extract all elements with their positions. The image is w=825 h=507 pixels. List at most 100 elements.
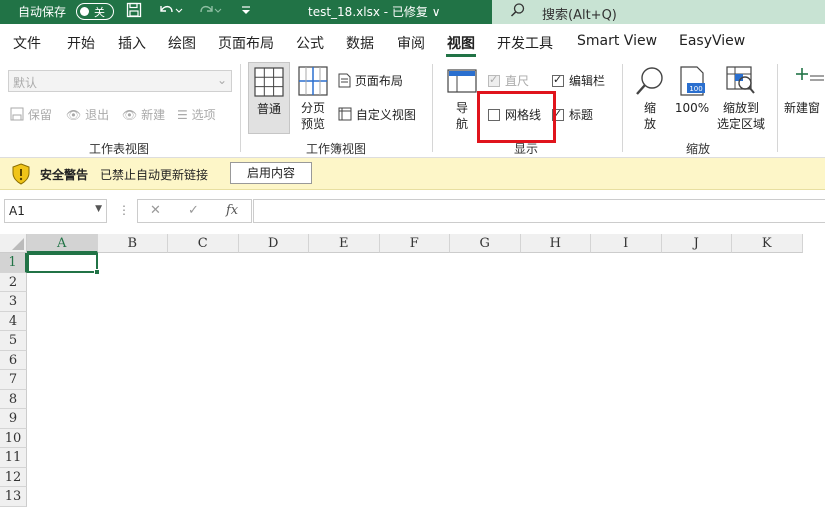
exit-button[interactable]: 👁 退出 <box>66 106 109 123</box>
new-window-label: 新建窗 <box>784 101 821 115</box>
autosave-toggle[interactable]: 关 <box>76 3 114 20</box>
title-bar: 自动保存 关 test_18.xlsx - 已修复 ∨ 搜索(Alt+Q) <box>0 0 825 24</box>
tab-data[interactable]: 数据 <box>346 33 374 53</box>
page-break-preview-button[interactable]: 分页 预览 <box>292 62 334 134</box>
column-header-i[interactable]: I <box>591 234 662 253</box>
row-header-9[interactable]: 9 <box>0 409 27 429</box>
eye-plus-icon: 👁 <box>122 108 138 122</box>
keep-icon <box>10 107 24 121</box>
navigation-label-2: 航 <box>455 117 468 131</box>
drag-handle-icon[interactable]: ⋮ <box>118 203 130 217</box>
undo-icon[interactable] <box>157 2 183 22</box>
row-header-6[interactable]: 6 <box>0 350 27 370</box>
group-separator <box>240 64 241 152</box>
tab-file[interactable]: 文件 <box>13 33 41 53</box>
row-header-1[interactable]: 1 <box>0 253 27 273</box>
column-header-b[interactable]: B <box>97 234 168 253</box>
page-layout-view-button[interactable]: 页面布局 <box>338 72 403 89</box>
select-all-button[interactable] <box>0 234 27 253</box>
name-box[interactable]: A1 ▼ <box>4 199 107 223</box>
search-box[interactable]: 搜索(Alt+Q) <box>492 0 825 24</box>
name-box-value: A1 <box>9 204 25 218</box>
tab-home[interactable]: 开始 <box>67 33 95 53</box>
toggle-knob <box>80 7 89 16</box>
sheet-view-dropdown[interactable]: 默认 ⌄ <box>8 70 232 92</box>
page-layout-label: 页面布局 <box>354 74 403 88</box>
formula-bar-checkbox[interactable]: 编辑栏 <box>552 72 605 89</box>
row-header-10[interactable]: 10 <box>0 428 27 448</box>
eye-icon: 👁 <box>66 108 82 122</box>
navigation-label-1: 导 <box>455 101 468 115</box>
customize-quick-access-icon[interactable] <box>240 2 252 22</box>
column-header-a[interactable]: A <box>27 234 98 253</box>
zoom-button[interactable]: 缩 放 <box>630 62 670 134</box>
row-header-11[interactable]: 11 <box>0 448 27 468</box>
cancel-icon[interactable]: ✕ <box>150 203 161 218</box>
column-header-c[interactable]: C <box>168 234 239 253</box>
tab-formulas[interactable]: 公式 <box>296 33 324 53</box>
column-header-f[interactable]: F <box>379 234 450 253</box>
normal-view-label: 普通 <box>256 102 281 116</box>
row-header-12[interactable]: 12 <box>0 467 27 487</box>
worksheet-grid: ABCDEFGHIJK 1 2 3 4 5 6 7 8 9 10 11 12 13 <box>0 234 825 507</box>
headings-checkbox[interactable]: 标题 <box>552 106 593 123</box>
row-header-5[interactable]: 5 <box>0 331 27 351</box>
select-all-triangle-icon <box>12 238 24 250</box>
enable-content-button[interactable]: 启用内容 <box>230 162 312 184</box>
row-header-4[interactable]: 4 <box>0 311 27 331</box>
tab-smart-view[interactable]: Smart View <box>577 33 657 49</box>
chevron-down-icon: ⌄ <box>216 73 227 87</box>
redo-icon[interactable] <box>196 2 222 22</box>
group-separator <box>777 64 778 152</box>
new-window-button[interactable]: 新建窗 <box>784 62 825 134</box>
tab-page-layout[interactable]: 页面布局 <box>218 33 274 53</box>
tab-review[interactable]: 审阅 <box>397 33 425 53</box>
enter-icon[interactable]: ✓ <box>188 203 199 218</box>
security-warning-title: 安全警告 <box>40 168 89 182</box>
normal-view-button[interactable]: 普通 <box>248 62 290 134</box>
fill-handle[interactable] <box>94 269 100 275</box>
column-header-k[interactable]: K <box>732 234 803 253</box>
custom-views-button[interactable]: 自定义视图 <box>338 106 416 123</box>
new-button[interactable]: 👁 新建 <box>122 106 165 123</box>
navigation-pane-icon <box>447 66 477 96</box>
row-header-7[interactable]: 7 <box>0 370 27 390</box>
chevron-down-icon: ▼ <box>95 204 102 214</box>
column-header-j[interactable]: J <box>661 234 732 253</box>
ruler-checkbox[interactable]: 直尺 <box>488 72 529 89</box>
insert-function-icon[interactable]: fx <box>226 203 238 218</box>
tab-draw[interactable]: 绘图 <box>168 33 196 53</box>
keep-button[interactable]: 保留 <box>10 106 52 123</box>
row-header-3[interactable]: 3 <box>0 292 27 312</box>
active-cell-a1[interactable] <box>27 253 100 275</box>
column-header-g[interactable]: G <box>450 234 521 253</box>
column-header-d[interactable]: D <box>238 234 309 253</box>
column-header-h[interactable]: H <box>520 234 591 253</box>
active-tab-indicator <box>446 54 476 57</box>
zoom-100-icon: 100 <box>677 66 707 96</box>
formula-bar: A1 ▼ ⋮ ✕ ✓ fx <box>0 198 825 224</box>
zoom-to-selection-button[interactable]: 缩放到 选定区域 <box>714 62 768 134</box>
zoom-100-button[interactable]: 100 100% <box>672 62 712 134</box>
save-icon[interactable] <box>126 2 142 22</box>
zoom-selection-label-2: 选定区域 <box>716 117 765 131</box>
tab-insert[interactable]: 插入 <box>118 33 146 53</box>
options-button[interactable]: ☰ 选项 <box>177 106 216 123</box>
ribbon-tabs: 文件 开始 插入 绘图 页面布局 公式 数据 审阅 视图 开发工具 Smart … <box>0 24 825 58</box>
tab-developer[interactable]: 开发工具 <box>497 33 553 53</box>
security-warning-message: 已禁止自动更新链接 <box>100 168 209 182</box>
tab-view[interactable]: 视图 <box>447 33 475 53</box>
row-header-13[interactable]: 13 <box>0 487 27 507</box>
zoom-selection-icon <box>726 66 756 96</box>
row-header-2[interactable]: 2 <box>0 272 27 292</box>
headings-label: 标题 <box>569 108 594 122</box>
file-name[interactable]: test_18.xlsx - 已修复 ∨ <box>308 3 440 20</box>
formula-bar-label: 编辑栏 <box>569 74 606 88</box>
column-header-e[interactable]: E <box>309 234 380 253</box>
ruler-label: 直尺 <box>505 74 530 88</box>
row-header-8[interactable]: 8 <box>0 389 27 409</box>
formula-input[interactable] <box>253 199 825 223</box>
navigation-button[interactable]: 导 航 <box>442 62 482 134</box>
tab-easyview[interactable]: EasyView <box>679 33 745 49</box>
normal-view-icon <box>254 67 284 97</box>
